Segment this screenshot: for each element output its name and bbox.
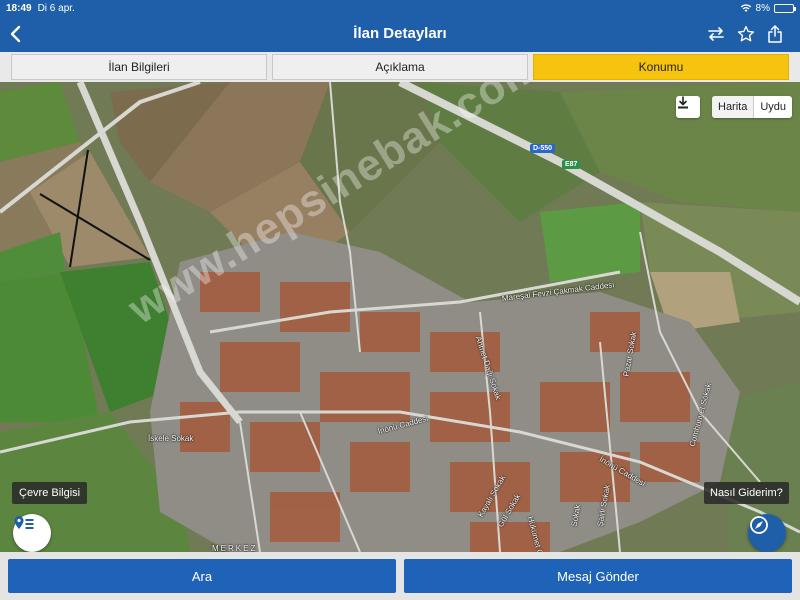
tab-konumu[interactable]: Konumu (533, 54, 789, 80)
tab-aciklama[interactable]: Açıklama (272, 54, 528, 80)
env-info-button[interactable]: Çevre Bilgisi (12, 482, 88, 504)
send-message-button[interactable]: Mesaj Gönder (404, 559, 792, 593)
map-type-uydu[interactable]: Uydu (754, 96, 792, 118)
favorite-button[interactable] (734, 22, 758, 46)
compass-icon (750, 516, 768, 534)
battery-percent: 8% (755, 2, 770, 14)
tab-ilan-bilgileri[interactable]: İlan Bilgileri (11, 54, 267, 80)
district-label: MERKEZ (212, 544, 258, 552)
call-button[interactable]: Ara (8, 559, 396, 593)
street-label: İskele Sokak (148, 434, 194, 443)
share-icon (768, 25, 782, 43)
nav-bar: İlan Detayları (0, 16, 800, 52)
status-date: Di 6 apr. (37, 2, 75, 14)
compare-arrows-icon (708, 27, 724, 41)
bottom-action-bar: Ara Mesaj Gönder (0, 552, 800, 600)
satellite-map[interactable]: D-550 E87 Mareşal Fevzi Çakmak Caddesi İ… (0, 82, 800, 552)
star-icon (737, 25, 755, 42)
map-download-button[interactable] (676, 96, 700, 118)
map-type-harita[interactable]: Harita (712, 96, 754, 118)
route-shield-d550: D-550 (530, 144, 556, 153)
map-type-toggle: Harita Uydu (712, 96, 793, 118)
poi-list-button[interactable] (13, 514, 51, 552)
location-list-icon (14, 516, 34, 529)
status-time: 18:49 (6, 2, 32, 14)
wifi-icon (740, 4, 751, 12)
directions-button[interactable]: Nasıl Giderim? (704, 482, 789, 504)
status-right: 8% (740, 2, 796, 14)
field-green-3 (540, 202, 640, 282)
share-button[interactable] (763, 22, 787, 46)
battery-icon (774, 3, 796, 13)
page-title: İlan Detayları (353, 25, 447, 42)
status-bar: 18:49 Di 6 apr. 8% (0, 0, 800, 16)
download-icon (678, 96, 688, 109)
detail-tabs: İlan Bilgileri Açıklama Konumu (0, 52, 800, 82)
route-shield-e87: E87 (562, 160, 581, 169)
navigate-button[interactable] (748, 514, 786, 552)
compare-button[interactable] (704, 22, 728, 46)
